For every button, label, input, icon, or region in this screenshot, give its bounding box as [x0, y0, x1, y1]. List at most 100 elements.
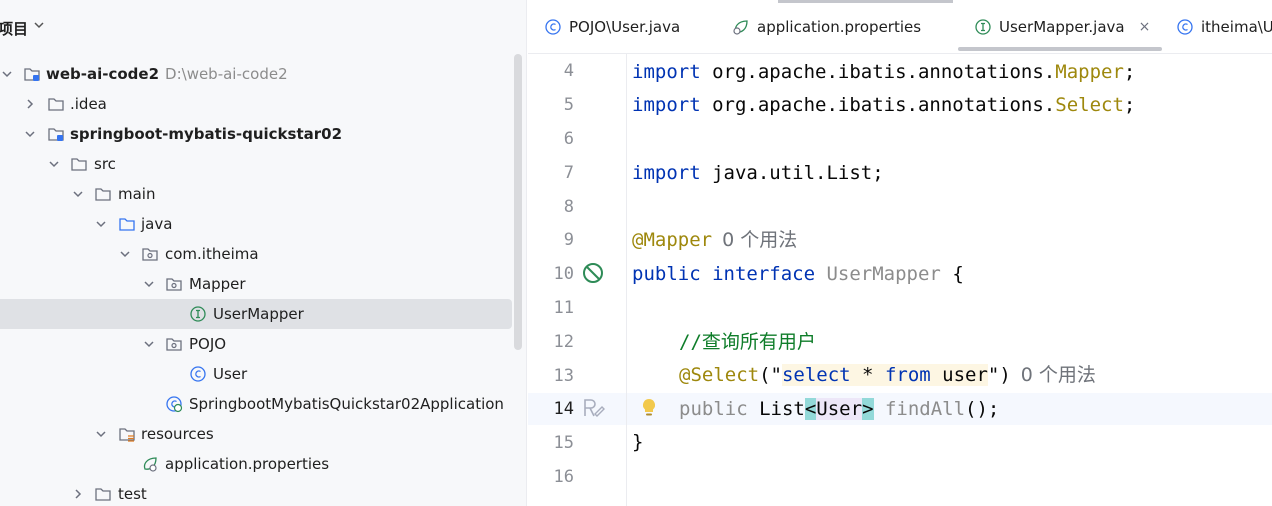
tree-item-label: UserMapper [213, 305, 304, 323]
tree-item-label: main [118, 185, 156, 203]
tree-item-label: User [213, 365, 248, 383]
tree-item-application-properties[interactable]: application.properties [0, 449, 512, 479]
line-number: 15 [553, 433, 574, 453]
code-line-15[interactable]: } [632, 426, 643, 458]
chevron-right-icon[interactable] [71, 487, 85, 501]
tree-item-label: POJO [189, 335, 227, 353]
spring-boot-class-icon [165, 395, 183, 413]
class-icon [1176, 18, 1194, 36]
code-line-14[interactable]: public List<User> findAll(); [679, 393, 999, 425]
tree-item-idea[interactable]: .idea [0, 89, 512, 119]
chevron-down-icon[interactable] [0, 67, 14, 81]
chevron-down-icon[interactable] [94, 427, 108, 441]
line-number: 13 [553, 366, 574, 386]
tab-application-properties[interactable]: application.properties [732, 0, 921, 54]
line-number-current: 14 [553, 399, 574, 419]
tree-item-usermapper[interactable]: UserMapper [0, 299, 512, 329]
line-number: 11 [553, 298, 574, 318]
source-folder-icon [118, 215, 136, 233]
code-editor: POJO\User.java application.properties Us… [528, 0, 1272, 506]
tree-item-label: springboot-mybatis-quickstar02 [70, 125, 343, 143]
line-number: 9 [563, 230, 574, 250]
line-number: 8 [563, 197, 574, 217]
tree-item-label: src [94, 155, 116, 173]
code-line-7[interactable]: import java.util.List; [632, 157, 884, 189]
interface-icon [189, 305, 207, 323]
project-tree-scrollbar[interactable] [514, 54, 522, 350]
code-line-5[interactable]: import org.apache.ibatis.annotations.Sel… [632, 89, 1135, 121]
chevron-down-icon[interactable] [23, 127, 37, 141]
module-folder-icon [47, 125, 65, 143]
line-number: 4 [563, 61, 574, 81]
folder-icon [94, 485, 112, 503]
tree-item-springboot-mybatis-quickstar02[interactable]: springboot-mybatis-quickstar02 [0, 119, 512, 149]
line-number: 12 [553, 332, 574, 352]
code-line-13[interactable]: @Select("select * from user") 0 个用法 [679, 359, 1096, 391]
usages-hint[interactable]: 0 个用法 [722, 229, 797, 251]
mybatis-mapper-gutter-icon[interactable] [581, 261, 605, 285]
tree-item-label: resources [141, 425, 214, 443]
tree-item-user[interactable]: User [0, 359, 512, 389]
class-icon [544, 18, 562, 36]
editor-tab-bar: POJO\User.java application.properties Us… [528, 0, 1272, 54]
tree-item-label: application.properties [165, 455, 330, 473]
tree-item-label: web-ai-code2 D:\web-ai-code2 [46, 65, 288, 83]
chevron-down-icon[interactable] [118, 247, 132, 261]
project-panel-title[interactable]: 项目 [0, 18, 28, 39]
lightbulb-icon[interactable] [637, 396, 661, 420]
tree-item-label: Mapper [189, 275, 246, 293]
module-folder-icon [23, 65, 41, 83]
chevron-right-icon[interactable] [23, 97, 37, 111]
package-icon [141, 245, 159, 263]
line-number: 7 [563, 163, 574, 183]
tree-item-label: SpringbootMybatisQuickstar02Application [189, 395, 504, 413]
tree-item-web-ai-code2[interactable]: web-ai-code2 D:\web-ai-code2 [0, 59, 512, 89]
project-panel-header: 项目 [0, 0, 526, 52]
tab-itheima-u[interactable]: itheima\U [1176, 0, 1272, 54]
line-number: 6 [563, 129, 574, 149]
folder-icon [70, 155, 88, 173]
code-line-9[interactable]: @Mapper 0 个用法 [632, 224, 797, 256]
tree-item-pojo[interactable]: POJO [0, 329, 512, 359]
tree-item-label: .idea [70, 95, 107, 113]
chevron-down-icon[interactable] [71, 187, 85, 201]
sql-edit-gutter-icon[interactable] [581, 396, 605, 420]
tab-label: itheima\U [1201, 18, 1272, 36]
interface-icon [974, 18, 992, 36]
code-line-10[interactable]: public interface UserMapper { [632, 258, 964, 290]
tree-item-mapper[interactable]: Mapper [0, 269, 512, 299]
tree-item-application-class[interactable]: SpringbootMybatisQuickstar02Application [0, 389, 512, 419]
close-icon[interactable]: × [1139, 19, 1151, 35]
tree-item-label: test [118, 485, 147, 503]
project-tool-window: 项目 web-ai-code2 D:\web-ai-code2 .idea spr… [0, 0, 527, 506]
tab-label: application.properties [757, 18, 922, 36]
tree-item-com-itheima[interactable]: com.itheima [0, 239, 512, 269]
tree-item-main[interactable]: main [0, 179, 512, 209]
class-icon [189, 365, 207, 383]
tree-item-resources[interactable]: resources [0, 419, 512, 449]
code-line-4[interactable]: import org.apache.ibatis.annotations.Map… [632, 56, 1135, 88]
tree-item-src[interactable]: src [0, 149, 512, 179]
tab-usermapper-java[interactable]: UserMapper.java × [974, 0, 1150, 54]
active-tab-underline [958, 47, 1162, 51]
chevron-down-icon[interactable] [33, 19, 45, 34]
line-number: 16 [553, 467, 574, 487]
properties-icon [141, 455, 159, 473]
usages-hint[interactable]: 0 个用法 [1021, 364, 1096, 386]
folder-icon [94, 185, 112, 203]
chevron-down-icon[interactable] [142, 337, 156, 351]
chevron-down-icon[interactable] [47, 157, 61, 171]
package-icon [165, 275, 183, 293]
tree-item-java[interactable]: java [0, 209, 512, 239]
folder-icon [47, 95, 65, 113]
line-number: 5 [563, 95, 574, 115]
code-line-12[interactable]: //查询所有用户 [679, 326, 816, 358]
tree-item-label: com.itheima [165, 245, 259, 263]
tab-label: UserMapper.java [999, 18, 1125, 36]
tree-item-test[interactable]: test [0, 479, 512, 506]
chevron-down-icon[interactable] [94, 217, 108, 231]
tab-label: POJO\User.java [569, 18, 681, 36]
resources-folder-icon [118, 425, 136, 443]
chevron-down-icon[interactable] [142, 277, 156, 291]
tab-pojo-user-java[interactable]: POJO\User.java [544, 0, 680, 54]
